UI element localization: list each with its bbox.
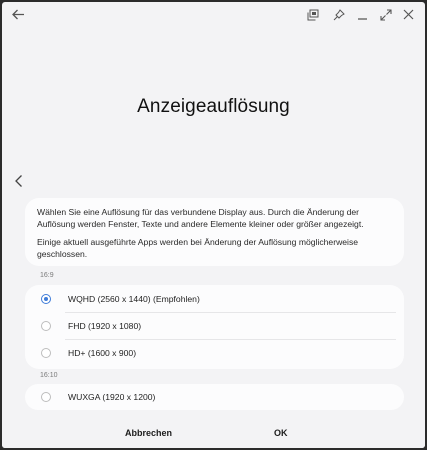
option-label: HD+ (1600 x 900) bbox=[68, 348, 137, 358]
dialog-footer: Abbrechen OK bbox=[2, 410, 425, 448]
info-card: Wählen Sie eine Auflösung für das verbun… bbox=[25, 198, 404, 266]
resolution-options-16-10: WUXGA (1920 x 1200) bbox=[25, 384, 404, 410]
option-label: WUXGA (1920 x 1200) bbox=[68, 392, 156, 402]
close-icon[interactable] bbox=[403, 9, 414, 20]
chevron-left-icon[interactable] bbox=[14, 174, 24, 188]
minimize-icon[interactable] bbox=[357, 9, 368, 21]
info-text-apps-closed: Einige aktuell ausgeführte Apps werden b… bbox=[37, 237, 359, 259]
page-title: Anzeigeauflösung bbox=[137, 96, 290, 117]
resolution-option-hd-plus[interactable]: HD+ (1600 x 900) bbox=[25, 340, 404, 367]
radio-selected[interactable] bbox=[41, 294, 51, 304]
window-title-bar bbox=[2, 2, 425, 28]
section-label-16-10: 16:10 bbox=[40, 372, 58, 379]
resolution-option-wqhd[interactable]: WQHD (2560 x 1440) (Empfohlen) bbox=[25, 286, 404, 313]
dialog-window: Anzeigeauflösung Wählen Sie eine Auflösu… bbox=[2, 2, 425, 448]
ok-button[interactable]: OK bbox=[274, 428, 288, 438]
option-label: WQHD (2560 x 1440) (Empfohlen) bbox=[68, 294, 200, 304]
resolution-option-wuxga[interactable]: WUXGA (1920 x 1200) bbox=[25, 384, 404, 411]
cancel-button[interactable]: Abbrechen bbox=[125, 428, 172, 438]
section-label-16-9: 16:9 bbox=[40, 272, 54, 279]
resolution-options-16-9: WQHD (2560 x 1440) (Empfohlen) FHD (1920… bbox=[25, 285, 404, 369]
resolution-option-fhd[interactable]: FHD (1920 x 1080) bbox=[25, 313, 404, 340]
screenshot-icon[interactable] bbox=[307, 9, 319, 21]
info-text-resolution: Wählen Sie eine Auflösung für das verbun… bbox=[37, 207, 364, 229]
expand-icon[interactable] bbox=[380, 9, 392, 21]
radio-unselected[interactable] bbox=[41, 321, 51, 331]
arrow-left-icon[interactable] bbox=[12, 9, 25, 20]
option-label: FHD (1920 x 1080) bbox=[68, 321, 142, 331]
radio-unselected[interactable] bbox=[41, 392, 51, 402]
pin-icon[interactable] bbox=[333, 9, 345, 21]
radio-unselected[interactable] bbox=[41, 348, 51, 358]
